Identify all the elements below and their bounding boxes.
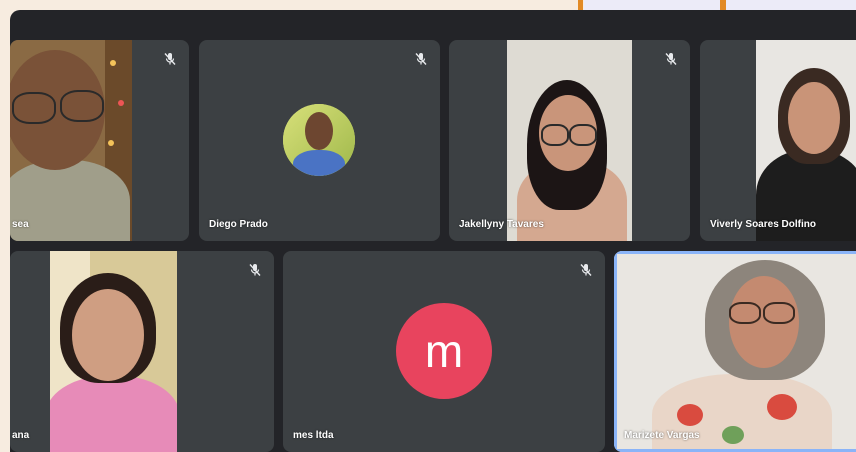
participant-video [50,251,177,452]
mic-off-icon [665,53,677,65]
participant-avatar-initial: m [396,303,492,399]
participant-tile-ana[interactable]: ana [10,251,274,452]
participant-name: mes ltda [293,430,334,441]
participant-tile-viverly-soares-dolfino[interactable]: Viverly Soares Dolfino [700,40,856,241]
participant-name: sea [12,219,29,230]
participant-video [10,40,132,241]
participant-name: Jakellyny Tavares [459,219,544,230]
meeting-grid: sea Diego Prado Jakellyny Tavares Viverl… [10,10,856,452]
mic-off-icon [164,53,176,65]
participant-name: Diego Prado [209,219,268,230]
participant-tile-marizete-vargas[interactable]: Marizete Vargas [614,251,856,452]
participant-tile-diego-prado[interactable]: Diego Prado [199,40,440,241]
mic-off-icon [249,264,261,276]
participant-name: ana [12,430,30,441]
mic-off-icon [580,264,592,276]
participant-name: Viverly Soares Dolfino [710,219,816,230]
background-panel [584,0,720,10]
participant-name: Marizete Vargas [624,430,700,441]
background-panel-right [726,0,856,10]
participant-tile-sea[interactable]: sea [10,40,189,241]
participant-video [507,40,632,241]
participant-tile-jakellyny-tavares[interactable]: Jakellyny Tavares [449,40,690,241]
participant-tile-mes-ltda[interactable]: m mes ltda [283,251,605,452]
participant-video [617,254,856,449]
mic-off-icon [415,53,427,65]
participant-avatar [283,104,355,176]
participant-video [756,40,856,241]
accent-bar-left [578,0,583,10]
